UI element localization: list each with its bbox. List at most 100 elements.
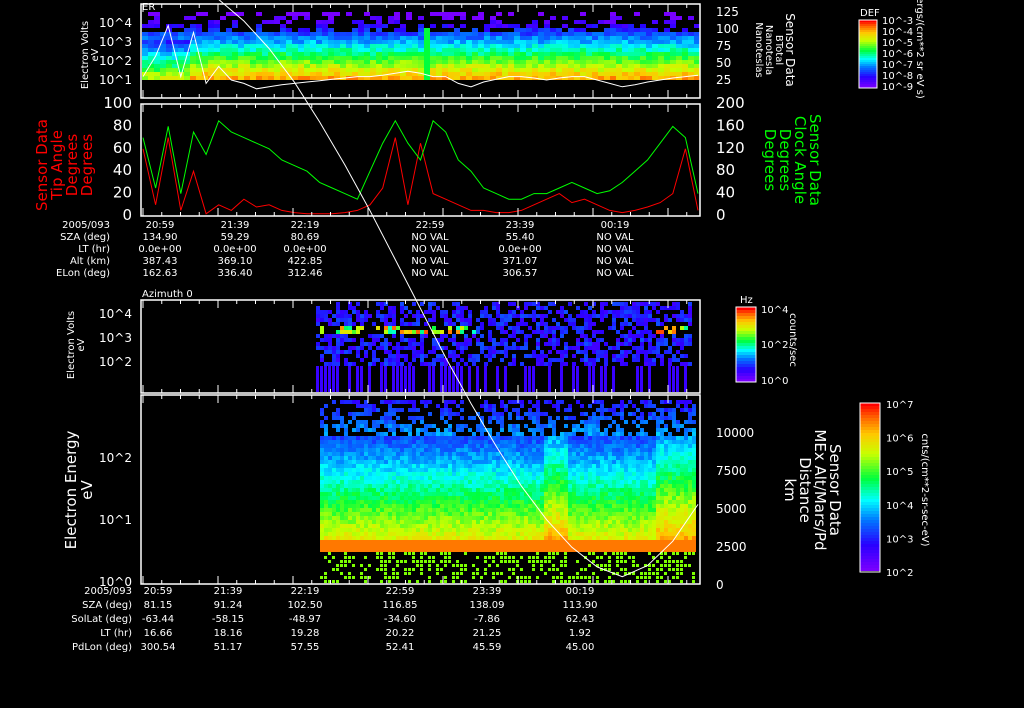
spectrogram-cell xyxy=(562,32,568,36)
spectrogram-cell xyxy=(476,520,480,524)
spectrogram-cell xyxy=(568,322,572,326)
spectrogram-cell xyxy=(468,428,472,432)
spectrogram-cell xyxy=(640,314,644,318)
spectrogram-cell xyxy=(524,302,528,306)
spectrogram-cell xyxy=(400,428,404,432)
spectrogram-cell xyxy=(394,60,400,64)
spectrogram-cell xyxy=(346,56,352,60)
spectrogram-cell xyxy=(364,516,368,520)
spectrogram-cell xyxy=(588,536,592,540)
spectrogram-cell xyxy=(472,572,475,575)
spectrogram-cell xyxy=(280,48,286,52)
spectrogram-cell xyxy=(628,60,634,64)
spectrogram-cell xyxy=(250,52,256,56)
colorbar-segment xyxy=(859,58,877,60)
spectrogram-cell xyxy=(348,544,352,548)
spectrogram-cell xyxy=(324,580,327,583)
spectrogram-cell xyxy=(360,326,364,330)
spectrogram-cell xyxy=(508,400,512,404)
spectrogram-cell xyxy=(468,516,472,520)
spectrogram-cell xyxy=(328,504,332,508)
spectrogram-cell xyxy=(436,504,440,508)
spectrogram-cell xyxy=(572,456,576,460)
spectrogram-cell xyxy=(548,342,552,346)
spectrogram-cell xyxy=(512,504,516,508)
spectrogram-cell xyxy=(448,456,452,460)
spectrogram-cell xyxy=(286,48,292,52)
spectrogram-cell xyxy=(336,362,340,366)
spectrogram-cell xyxy=(572,416,576,420)
spectrogram-cell xyxy=(380,564,383,567)
spectrogram-cell xyxy=(508,24,514,28)
spectrogram-cell xyxy=(368,448,372,452)
spectrogram-cell xyxy=(544,52,550,56)
spectrogram-cell xyxy=(380,432,384,436)
spectrogram-cell xyxy=(360,358,364,362)
spectrogram-cell xyxy=(528,488,532,492)
spectrogram-cell xyxy=(332,548,336,552)
spectrogram-cell xyxy=(408,528,412,532)
colorbar-segment xyxy=(859,46,877,48)
spectrogram-cell xyxy=(544,540,548,544)
spectrogram-cell xyxy=(580,36,586,40)
spectrogram-cell xyxy=(540,358,544,362)
left-axis-label: Degrees xyxy=(78,134,96,197)
spectrogram-cell xyxy=(404,496,408,500)
spectrogram-cell xyxy=(440,358,444,362)
spectrogram-cell xyxy=(528,412,532,416)
spectrogram-cell xyxy=(556,64,562,68)
spectrogram-cell xyxy=(496,44,502,48)
spectrogram-cell xyxy=(250,36,256,40)
spectrogram-cell xyxy=(472,416,476,420)
spectrogram-cell xyxy=(580,520,584,524)
spectrogram-cell xyxy=(400,424,404,428)
spectrogram-cell xyxy=(298,32,304,36)
spectrogram-cell xyxy=(600,520,604,524)
spectrogram-cell xyxy=(492,472,496,476)
spectrogram-cell xyxy=(328,338,332,342)
spectrogram-cell xyxy=(508,544,512,548)
spectrogram-cell xyxy=(368,488,372,492)
spectrogram-cell xyxy=(238,72,244,76)
ytick-label: 10^4 xyxy=(99,307,132,321)
spectrogram-cell xyxy=(496,452,500,456)
spectrogram-cell xyxy=(442,52,448,56)
spectrogram-cell xyxy=(480,540,484,544)
spectrogram-cell xyxy=(514,64,520,68)
spectrogram-cell xyxy=(316,334,320,338)
spectrogram-cell xyxy=(640,302,644,306)
spectrogram-cell xyxy=(324,346,328,350)
spectrogram-cell xyxy=(404,532,408,536)
spectrogram-cell xyxy=(596,492,600,496)
spectrogram-cell xyxy=(286,40,292,44)
spectrogram-cell xyxy=(430,36,436,40)
spectrogram-cell xyxy=(332,424,336,428)
spectrogram-cell xyxy=(500,504,504,508)
spectrogram-cell xyxy=(588,476,592,480)
spectrogram-cell xyxy=(348,508,352,512)
spectrogram-cell xyxy=(580,452,584,456)
spectrogram-cell xyxy=(332,440,336,444)
spectrogram-cell xyxy=(420,472,424,476)
spectrogram-cell xyxy=(280,36,286,40)
spectrogram-cell xyxy=(392,306,396,310)
spectrogram-cell xyxy=(334,52,340,56)
spectrogram-cell xyxy=(332,556,335,559)
spectrogram-cell xyxy=(400,60,406,64)
spectrogram-cell xyxy=(520,72,526,76)
spectrogram-cell xyxy=(468,480,472,484)
row-value: 306.57 xyxy=(503,268,538,279)
spectrogram-cell xyxy=(352,576,355,579)
spectrogram-cell xyxy=(428,540,432,544)
spectrogram-cell xyxy=(392,496,396,500)
spectrogram-cell xyxy=(592,420,596,424)
spectrogram-cell xyxy=(348,322,352,326)
spectrogram-cell xyxy=(408,572,411,575)
spectrogram-cell xyxy=(526,68,532,72)
spectrogram-cell xyxy=(480,524,484,528)
spectrogram-cell xyxy=(392,448,396,452)
spectrogram-cell xyxy=(574,44,580,48)
spectrogram-cell xyxy=(548,424,552,428)
spectrogram-cell xyxy=(428,464,432,468)
spectrogram-cell xyxy=(512,532,516,536)
